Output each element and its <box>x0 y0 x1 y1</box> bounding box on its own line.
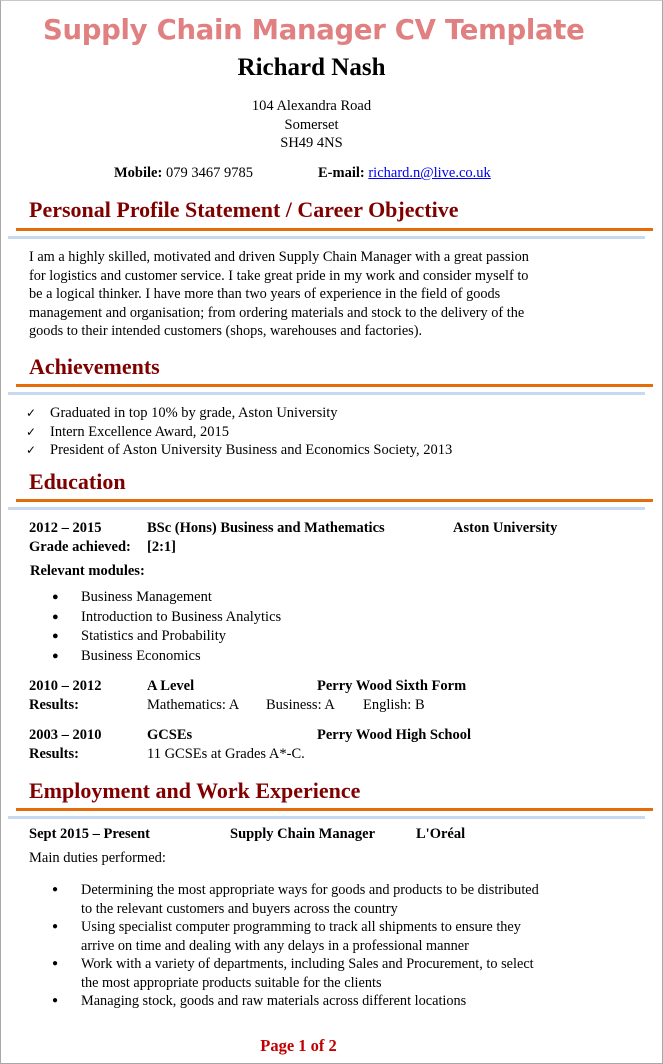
module-item: ● Business Economics <box>52 647 281 667</box>
duty-item: ● Managing stock, goods and raw material… <box>52 992 611 1011</box>
template-title: Supply Chain Manager CV Template <box>43 14 585 46</box>
gcse-institution: Perry Wood High School <box>317 727 472 743</box>
module-text: Business Economics <box>81 647 201 664</box>
module-text: Business Management <box>81 589 212 605</box>
section-heading-education: Education <box>29 469 126 494</box>
address-line-2: Somerset <box>284 117 339 133</box>
section-heading-achievements: Achievements <box>29 354 160 379</box>
job-employer: L'Oréal <box>416 826 466 842</box>
grade-label: Grade achieved: <box>29 539 131 555</box>
achievement-item: ✓ Intern Excellence Award, 2015 <box>26 423 452 442</box>
bullet-icon: ● <box>52 630 59 643</box>
duty-line: the most appropriate products suitable f… <box>81 974 382 991</box>
alevel-qualification: A Level <box>147 678 195 694</box>
job-role: Supply Chain Manager <box>230 826 376 842</box>
bullet-icon: ● <box>52 610 59 623</box>
module-item: ● Introduction to Business Analytics <box>52 608 281 628</box>
grade-value: [2:1] <box>147 539 176 555</box>
alevel-result: Business: A <box>266 697 335 713</box>
duties-list: ● Determining the most appropriate ways … <box>52 881 611 1011</box>
module-item: ● Business Management <box>52 588 281 608</box>
profile-line: goods to their intended customers (shops… <box>29 323 423 340</box>
mobile-number: 079 3467 9785 <box>165 165 253 181</box>
bullet-icon: ● <box>52 921 59 932</box>
profile-line: for logistics and customer service. I ta… <box>29 267 529 284</box>
page-number: Page 1 of 2 <box>260 1036 337 1055</box>
alevel-results-label: Results: <box>29 697 79 713</box>
address-line-1: 104 Alexandra Road <box>251 98 372 114</box>
duty-item: ● Work with a variety of departments, in… <box>52 955 611 992</box>
check-icon: ✓ <box>26 406 37 420</box>
bullet-icon: ● <box>52 884 59 895</box>
duty-item: ● Using specialist computer programming … <box>52 918 611 955</box>
heading-rule-blue <box>8 507 645 510</box>
alevel-dates: 2010 – 2012 <box>29 678 102 694</box>
profile-line: be a logical thinker. I have more than t… <box>29 286 501 303</box>
alevel-institution: Perry Wood Sixth Form <box>317 678 467 694</box>
modules-label: Relevant modules: <box>30 563 145 579</box>
module-item: ● Statistics and Probability <box>52 627 281 647</box>
duties-label: Main duties performed: <box>29 850 166 866</box>
achievement-item: ✓ Graduated in top 10% by grade, Aston U… <box>26 404 452 423</box>
duty-line: Using specialist computer programming to… <box>81 919 521 935</box>
achievement-item: ✓ President of Aston University Business… <box>26 441 452 460</box>
alevel-result: English: B <box>363 697 425 713</box>
duty-item: ● Determining the most appropriate ways … <box>52 881 611 918</box>
check-icon: ✓ <box>26 424 37 439</box>
module-text: Statistics and Probability <box>81 628 226 645</box>
alevel-result: Mathematics: A <box>147 697 240 713</box>
profile-line: management and organisation; from orderi… <box>29 304 525 321</box>
check-icon: ✓ <box>26 443 37 458</box>
email-label: E-mail: <box>318 165 365 181</box>
gcse-qualification: GCSEs <box>147 727 193 743</box>
heading-rule-orange <box>16 499 653 502</box>
heading-rule-blue <box>8 392 645 395</box>
profile-paragraph: I am a highly skilled, motivated and dri… <box>29 248 609 341</box>
section-heading-employment: Employment and Work Experience <box>29 778 361 803</box>
candidate-name: Richard Nash <box>237 54 386 81</box>
degree-dates: 2012 – 2015 <box>29 520 102 536</box>
email-link[interactable]: richard.n@live.co.uk <box>368 165 490 181</box>
duty-line: arrive on time and dealing with any dela… <box>81 937 469 954</box>
heading-rule-blue <box>8 816 645 819</box>
heading-rule-orange <box>16 228 653 231</box>
heading-rule-orange <box>16 808 653 811</box>
bullet-icon: ● <box>52 995 59 1006</box>
bullet-icon: ● <box>52 591 59 603</box>
bullet-icon: ● <box>52 649 59 662</box>
degree-qualification: BSc (Hons) Business and Mathematics <box>147 520 385 536</box>
degree-institution: Aston University <box>453 520 558 536</box>
modules-list: ● Business Management ● Introduction to Bu… <box>52 588 281 666</box>
duty-line: Determining the most appropriate ways fo… <box>81 882 539 898</box>
gcse-dates: 2003 – 2010 <box>29 727 102 743</box>
achievements-list: ✓ Graduated in top 10% by grade, Aston U… <box>26 404 452 460</box>
duty-line: to the relevant customers and buyers acr… <box>81 900 398 917</box>
duty-line: Work with a variety of departments, incl… <box>81 956 534 972</box>
mobile-contact: Mobile: 079 3467 9785 <box>114 165 253 182</box>
module-text: Introduction to Business Analytics <box>81 608 282 625</box>
section-heading-profile: Personal Profile Statement / Career Obje… <box>29 197 459 222</box>
heading-rule-orange <box>16 384 653 387</box>
gcse-results: 11 GCSEs at Grades A*-C. <box>147 746 305 762</box>
achievement-text: Intern Excellence Award, 2015 <box>50 423 230 440</box>
address-line-3: SH49 4NS <box>280 135 343 151</box>
job-dates: Sept 2015 – Present <box>29 826 150 842</box>
email-contact: E-mail: richard.n@live.co.uk <box>318 165 491 182</box>
profile-line: I am a highly skilled, motivated and dri… <box>29 249 529 265</box>
mobile-label: Mobile: <box>114 165 163 181</box>
achievement-text: Graduated in top 10% by grade, Aston Uni… <box>50 405 338 421</box>
achievement-text: President of Aston University Business a… <box>50 442 453 459</box>
gcse-results-label: Results: <box>29 746 79 762</box>
bullet-icon: ● <box>52 958 59 969</box>
heading-rule-blue <box>8 236 645 239</box>
duty-line: Managing stock, goods and raw materials … <box>81 993 467 1009</box>
